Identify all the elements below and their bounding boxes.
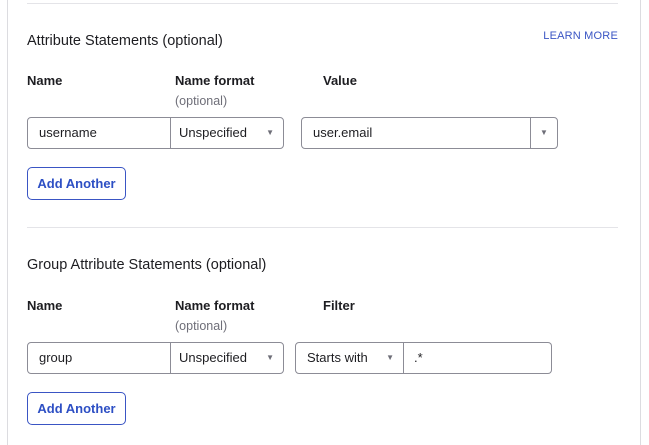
filter-type-select[interactable]: Starts with ▼ — [295, 342, 404, 374]
attr-value-combobox[interactable]: user.email ▼ — [301, 117, 558, 149]
attr-format-value: Unspecified — [179, 125, 247, 140]
attr-col-format: Name format — [175, 73, 255, 88]
learn-more-link[interactable]: LEARN MORE — [543, 30, 618, 42]
group-attribute-statements-title: Group Attribute Statements (optional) — [27, 257, 267, 273]
chevron-down-icon: ▼ — [266, 128, 274, 137]
top-divider — [27, 3, 618, 4]
group-col-name: Name — [27, 298, 63, 313]
chevron-down-icon: ▼ — [386, 353, 394, 362]
group-col-filter: Filter — [323, 298, 355, 313]
attr-value-text: user.email — [313, 125, 373, 140]
group-col-format: Name format — [175, 298, 255, 313]
chevron-down-icon: ▼ — [266, 353, 274, 362]
filter-type-value: Starts with — [307, 350, 368, 365]
filter-value-input[interactable]: .* — [404, 342, 552, 374]
group-format-select[interactable]: Unspecified ▼ — [170, 342, 284, 374]
group-format-value: Unspecified — [179, 350, 247, 365]
group-add-another-button[interactable]: Add Another — [27, 392, 126, 425]
attribute-statements-title: Attribute Statements (optional) — [27, 33, 223, 49]
chevron-down-icon[interactable]: ▼ — [530, 118, 557, 148]
attr-add-another-button[interactable]: Add Another — [27, 167, 126, 200]
section-divider — [27, 227, 618, 228]
group-name-input[interactable]: group — [27, 342, 171, 374]
attr-name-input[interactable]: username — [27, 117, 171, 149]
attr-col-name: Name — [27, 73, 63, 88]
attr-format-select[interactable]: Unspecified ▼ — [170, 117, 284, 149]
attr-col-value: Value — [323, 73, 357, 88]
attr-col-format-optional: (optional) — [175, 94, 228, 108]
panel-frame — [7, 0, 641, 445]
group-col-format-optional: (optional) — [175, 319, 228, 333]
